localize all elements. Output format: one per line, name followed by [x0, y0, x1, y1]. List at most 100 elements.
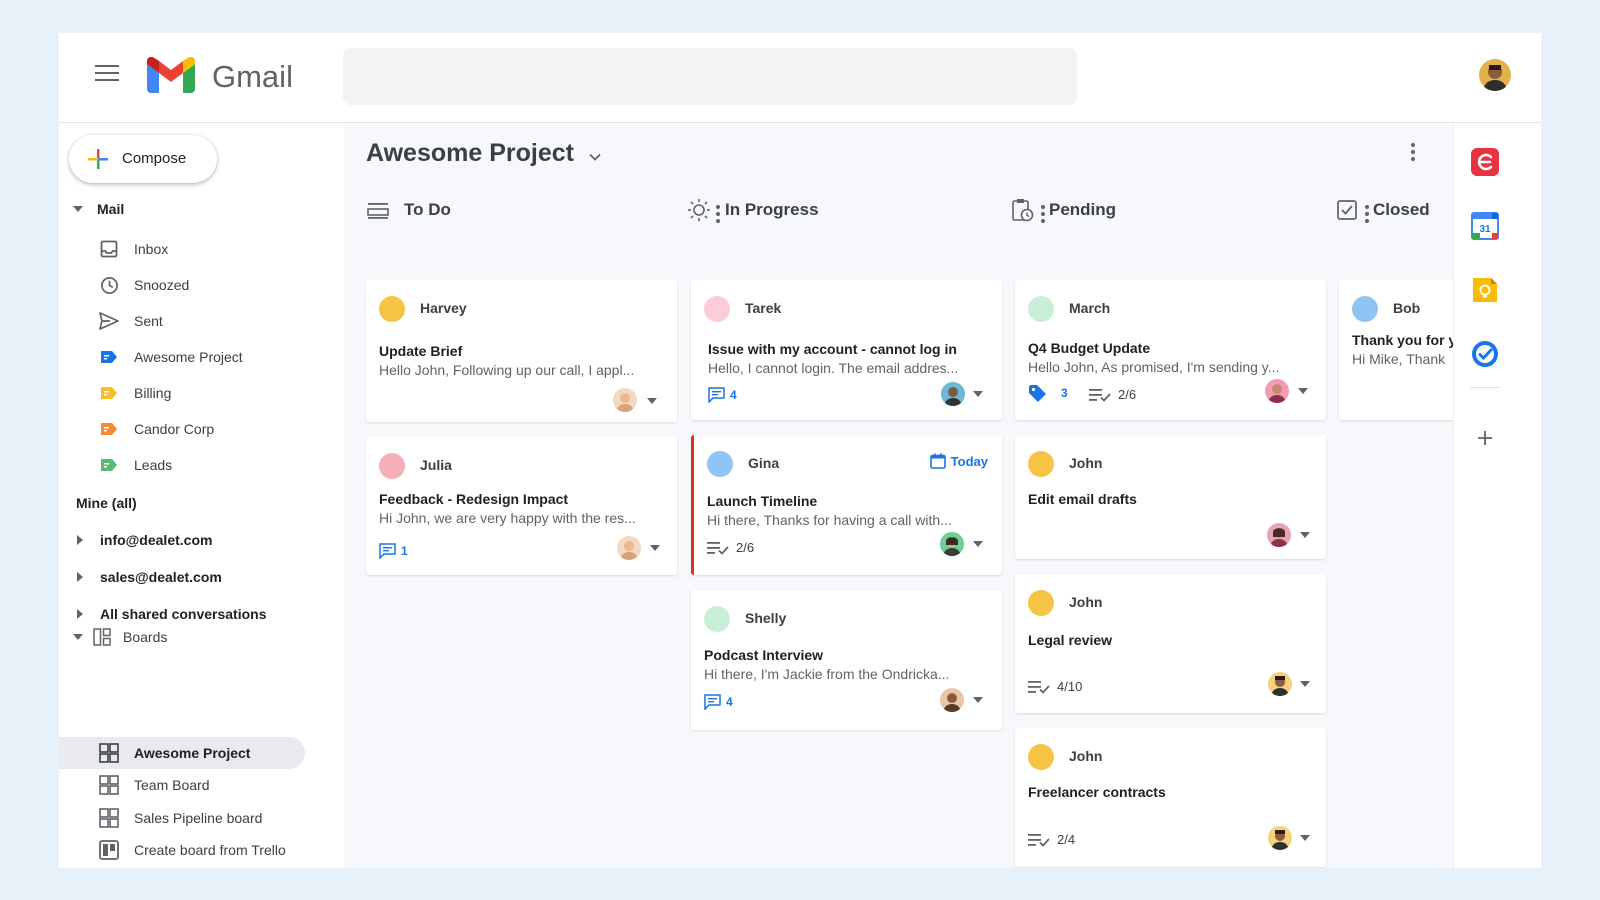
board-card[interactable]: Gina Today Launch Timeline Hi there, Tha…: [691, 435, 1002, 575]
chevron-down-icon[interactable]: [589, 151, 601, 163]
caret-down-icon: [73, 634, 83, 640]
label-icon: [98, 454, 120, 476]
assignee-avatar[interactable]: [940, 532, 964, 556]
clipboard-clock-icon: [1011, 198, 1035, 222]
checklist-progress[interactable]: 2/6: [707, 540, 754, 555]
sidebar-board-team[interactable]: Team Board: [98, 771, 209, 799]
assignee-avatar[interactable]: [1267, 523, 1291, 547]
board-more-icon[interactable]: [1410, 143, 1416, 169]
contact-dot: [707, 451, 733, 477]
card-subject: Legal review: [1028, 632, 1113, 648]
sidebar-account-info[interactable]: info@dealet.com: [77, 526, 212, 554]
sidebar-item-awesome-project[interactable]: Awesome Project: [98, 343, 243, 371]
mail-section-toggle[interactable]: Mail: [73, 195, 124, 223]
due-date-badge[interactable]: Today: [929, 453, 988, 469]
send-icon: [98, 310, 120, 332]
checklist-progress[interactable]: 2/4: [1028, 832, 1075, 847]
card-subject: Freelancer contracts: [1028, 784, 1166, 800]
checklist-progress[interactable]: 2/6: [1089, 387, 1136, 402]
board-card[interactable]: Shelly Podcast Interview Hi there, I'm J…: [691, 590, 1002, 730]
board-card[interactable]: John Edit email drafts: [1015, 435, 1326, 559]
card-dropdown-icon[interactable]: [1300, 681, 1310, 687]
contact-dot: [379, 296, 405, 322]
board-card[interactable]: Harvey Update Brief Hello John, Followin…: [366, 280, 677, 422]
caret-right-icon: [77, 535, 83, 545]
assignee-avatar[interactable]: [940, 688, 964, 712]
tag-icon: [1029, 385, 1046, 402]
inbox-icon: [98, 238, 120, 260]
card-preview: Hi there, Thanks for having a call with.…: [707, 512, 952, 528]
card-dropdown-icon[interactable]: [1300, 835, 1310, 841]
card-dropdown-icon[interactable]: [973, 697, 983, 703]
card-preview: Hello, I cannot login. The email addres.…: [708, 360, 959, 376]
sidebar-item-leads[interactable]: Leads: [98, 451, 172, 479]
dealet-icon[interactable]: [1470, 147, 1500, 177]
assignee-avatar[interactable]: [1268, 826, 1292, 850]
sidebar-item-snoozed[interactable]: Snoozed: [98, 271, 189, 299]
sidebar-item-label: Inbox: [134, 241, 169, 257]
compose-label: Compose: [122, 150, 187, 167]
checkbox-icon: [1335, 198, 1359, 222]
comments-badge[interactable]: 4: [708, 387, 737, 403]
search-input[interactable]: [343, 48, 1077, 105]
account-avatar[interactable]: [1479, 59, 1511, 91]
tags-badge[interactable]: 3: [1028, 383, 1068, 403]
board-card[interactable]: John Freelancer contracts 2/4: [1015, 728, 1326, 867]
card-preview: Hi Mike, Thank: [1352, 351, 1446, 367]
mine-all-label: Mine (all): [76, 495, 137, 511]
card-dropdown-icon[interactable]: [647, 398, 657, 404]
add-icon[interactable]: [1470, 423, 1500, 453]
top-header: Gmail: [59, 33, 1541, 123]
board-card[interactable]: John Legal review 4/10: [1015, 574, 1326, 713]
card-dropdown-icon[interactable]: [973, 391, 983, 397]
board-card[interactable]: Julia Feedback - Redesign Impact Hi John…: [366, 437, 677, 575]
assignee-avatar[interactable]: [1268, 672, 1292, 696]
comments-badge[interactable]: 4: [704, 694, 733, 710]
sidebar-item-sent[interactable]: Sent: [98, 307, 163, 335]
gmail-logo-icon[interactable]: [147, 57, 195, 93]
checklist-icon: [1089, 388, 1111, 402]
comments-badge[interactable]: 1: [379, 543, 408, 559]
card-dropdown-icon[interactable]: [1300, 532, 1310, 538]
sidebar-item-label: Leads: [134, 457, 173, 473]
sidebar-board-sales-pipeline[interactable]: Sales Pipeline board: [98, 804, 262, 832]
gmail-window: Gmail Compose Mail Inbox Snoozed Sent Aw…: [59, 33, 1541, 868]
card-subject: Thank you for y: [1352, 332, 1457, 348]
board-card[interactable]: Tarek Issue with my account - cannot log…: [691, 280, 1002, 420]
tasks-icon[interactable]: [1470, 339, 1500, 369]
card-preview: Hi John, we are very happy with the res.…: [379, 510, 636, 526]
card-dropdown-icon[interactable]: [650, 545, 660, 551]
assignee-avatar[interactable]: [617, 536, 641, 560]
board-title[interactable]: Awesome Project: [366, 139, 574, 168]
tag-count: 3: [1061, 386, 1068, 400]
column-header-closed: Closed: [1335, 195, 1430, 225]
sidebar-item-candor-corp[interactable]: Candor Corp: [98, 415, 214, 443]
mine-all-section[interactable]: Mine (all): [76, 489, 137, 517]
sidebar-item-billing[interactable]: Billing: [98, 379, 171, 407]
assignee-avatar[interactable]: [941, 382, 965, 406]
board-card[interactable]: March Q4 Budget Update Hello John, As pr…: [1015, 280, 1326, 420]
sidebar-create-from-trello[interactable]: Create board from Trello: [98, 836, 286, 864]
card-subject: Podcast Interview: [704, 647, 824, 663]
sidebar-item-inbox[interactable]: Inbox: [98, 235, 168, 263]
boards-section-toggle[interactable]: Boards: [73, 623, 167, 651]
card-dropdown-icon[interactable]: [1298, 388, 1308, 394]
column-header-in-progress: In Progress: [687, 195, 819, 225]
calendar-icon[interactable]: 31: [1470, 211, 1500, 241]
assignee-avatar[interactable]: [613, 388, 637, 412]
comment-icon: [379, 543, 396, 559]
checklist-progress[interactable]: 4/10: [1028, 679, 1082, 694]
main-menu-icon[interactable]: [95, 65, 119, 83]
sidebar-item-label: Awesome Project: [134, 349, 243, 365]
sidebar-item-label: Candor Corp: [134, 421, 215, 437]
compose-button[interactable]: Compose: [69, 135, 217, 183]
sidebar-account-sales[interactable]: sales@dealet.com: [77, 563, 222, 591]
board-card[interactable]: Bob Thank you for y Hi Mike, Thank: [1339, 280, 1465, 420]
card-dropdown-icon[interactable]: [973, 541, 983, 547]
comment-count: 1: [401, 544, 408, 558]
trello-icon: [98, 839, 120, 861]
keep-icon[interactable]: [1470, 275, 1500, 305]
assignee-avatar[interactable]: [1265, 379, 1289, 403]
card-contact: Tarek: [745, 300, 782, 316]
sidebar-board-awesome-project[interactable]: Awesome Project: [98, 739, 250, 767]
